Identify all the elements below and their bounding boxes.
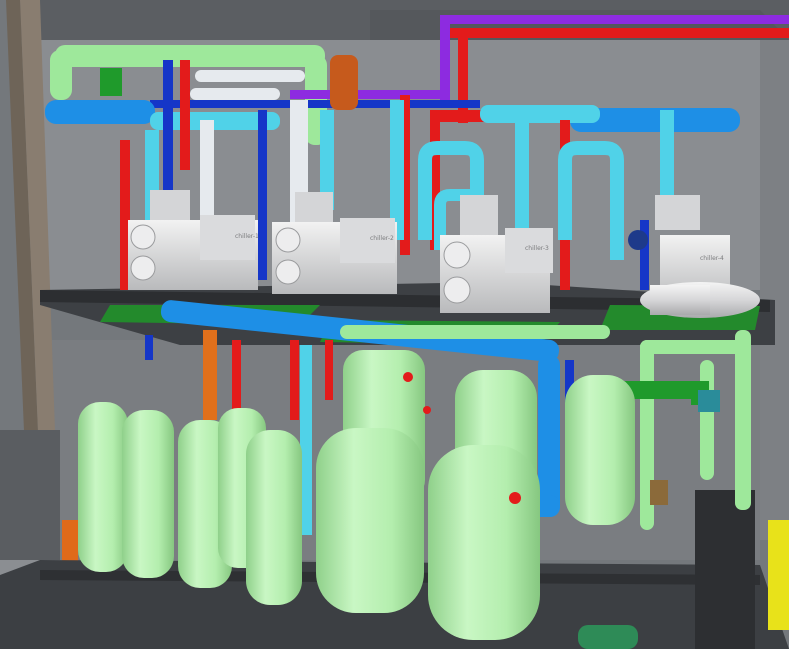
purple-header-top — [445, 15, 789, 24]
chiller-4-label: chiller-4 — [700, 255, 724, 262]
blue-run-upper — [150, 100, 480, 108]
red-header-top — [440, 28, 789, 38]
tank-front-1 — [78, 402, 128, 572]
yellow-post — [768, 520, 789, 630]
light-green-right-horizontal — [640, 340, 750, 354]
tank-front-5 — [246, 430, 302, 605]
right-wall — [760, 40, 789, 540]
green-pump-top — [100, 68, 122, 96]
red-lower-2 — [290, 340, 299, 420]
red-vertical-2 — [180, 60, 190, 170]
orange-duct-vertical — [203, 330, 217, 420]
red-drop-top — [458, 28, 468, 123]
blue-header-left — [45, 100, 155, 124]
tank-front-2 — [122, 410, 174, 578]
dark-blue-vertical-1 — [163, 60, 173, 190]
cyan-header-right — [480, 105, 600, 123]
tank-back-3 — [565, 375, 635, 525]
light-green-branch-2 — [700, 360, 714, 480]
left-floor-block — [0, 430, 60, 560]
light-green-floor-pipe — [578, 625, 638, 649]
plant-room-render: chiller-1 chiller-2 chiller-3 chiller-4 — [0, 0, 789, 649]
blue-header-mid-drop — [538, 355, 560, 515]
white-pipe-2 — [190, 88, 280, 100]
chiller-1-label: chiller-1 — [235, 233, 259, 240]
cyan-vertical-4 — [515, 120, 529, 230]
chiller-2-label: chiller-2 — [370, 235, 394, 242]
light-green-right-vertical — [735, 330, 751, 510]
dark-blue-lower-1 — [145, 335, 153, 360]
orange-duct-top — [330, 55, 358, 110]
red-fitting-1 — [403, 372, 413, 382]
light-green-header-left — [50, 50, 72, 100]
dark-blue-vertical-2 — [258, 110, 267, 280]
tank-front-7 — [428, 445, 540, 640]
tank-front-6 — [316, 428, 424, 613]
white-pipe-1 — [195, 70, 305, 82]
chiller-3-label: chiller-3 — [525, 245, 549, 252]
red-fitting-2 — [423, 406, 431, 414]
brown-valve — [650, 480, 668, 505]
teal-pump — [698, 390, 720, 412]
red-fitting-3 — [509, 492, 521, 504]
right-dark-panel — [695, 490, 755, 649]
dark-blue-vertical-3 — [640, 220, 649, 290]
purple-run — [290, 90, 450, 99]
light-green-header-mid — [340, 325, 610, 339]
red-lower-3 — [325, 340, 333, 400]
